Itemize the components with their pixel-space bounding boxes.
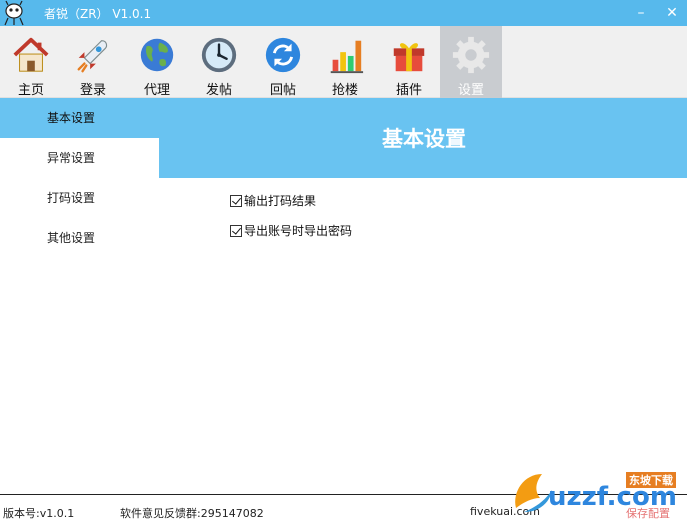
feedback-text: 软件意见反馈群:295147082 (120, 507, 264, 520)
settings-nav: 基本设置 异常设置 打码设置 其他设置 (0, 98, 159, 258)
tool-label: 代理 (143, 83, 170, 98)
close-button[interactable]: ✕ (657, 0, 687, 26)
gear-icon (452, 36, 490, 74)
clock-icon (201, 37, 237, 73)
app-logo-icon (2, 0, 28, 26)
tool-label: 插件 (395, 83, 422, 98)
tool-settings[interactable]: 设置 (440, 26, 502, 98)
tool-label: 发帖 (205, 83, 232, 98)
checkbox[interactable] (230, 224, 242, 237)
tool-label: 设置 (457, 83, 484, 98)
window-title: 者锐（ZR） V1.0.1 (44, 6, 152, 21)
tool-label: 登录 (79, 83, 106, 98)
tool-label: 主页 (17, 83, 44, 98)
nav-item-captcha[interactable]: 打码设置 (0, 178, 159, 218)
option-label: 输出打码结果 (244, 194, 317, 208)
checkbox[interactable] (230, 194, 242, 207)
watermark-tag: 东坡下载 (626, 472, 676, 488)
tool-post[interactable]: 发帖 (188, 26, 250, 98)
option-output-captcha[interactable]: 输出打码结果 (230, 192, 316, 209)
option-label: 导出账号时导出密码 (244, 224, 353, 238)
nav-item-basic[interactable]: 基本设置 (0, 98, 159, 138)
tool-label: 回帖 (269, 83, 296, 98)
tool-plugins[interactable]: 插件 (378, 26, 440, 98)
nav-item-exception[interactable]: 异常设置 (0, 138, 159, 178)
tool-login[interactable]: 登录 (62, 26, 124, 98)
tool-grab-floor[interactable]: 抢楼 (314, 26, 376, 98)
tool-label: 抢楼 (331, 83, 358, 98)
watermark: uzzf.com 东坡下载 (510, 464, 680, 524)
section-banner: 基本设置 (159, 98, 687, 178)
main-toolbar: 主页 登录 代理 发帖 回帖 抢楼 插件 设置 (0, 26, 687, 98)
section-title: 基本设置 (382, 127, 466, 151)
tool-proxy[interactable]: 代理 (126, 26, 188, 98)
app-window: 者锐（ZR） V1.0.1 – ✕ 主页 登录 代理 发帖 回帖 抢楼 插件 设… (0, 0, 687, 528)
home-icon (13, 37, 49, 72)
option-export-password[interactable]: 导出账号时导出密码 (230, 222, 352, 239)
refresh-icon (265, 37, 301, 73)
minimize-button[interactable]: – (626, 0, 656, 26)
title-bar[interactable]: 者锐（ZR） V1.0.1 – ✕ (0, 0, 687, 26)
globe-icon (140, 38, 174, 72)
gift-icon (393, 43, 425, 72)
bar-chart-icon (330, 40, 364, 74)
tool-reply[interactable]: 回帖 (252, 26, 314, 98)
nav-item-other[interactable]: 其他设置 (0, 218, 159, 258)
tool-home[interactable]: 主页 (0, 26, 62, 98)
version-text: 版本号:v1.0.1 (3, 507, 75, 520)
rocket-icon (77, 40, 108, 73)
